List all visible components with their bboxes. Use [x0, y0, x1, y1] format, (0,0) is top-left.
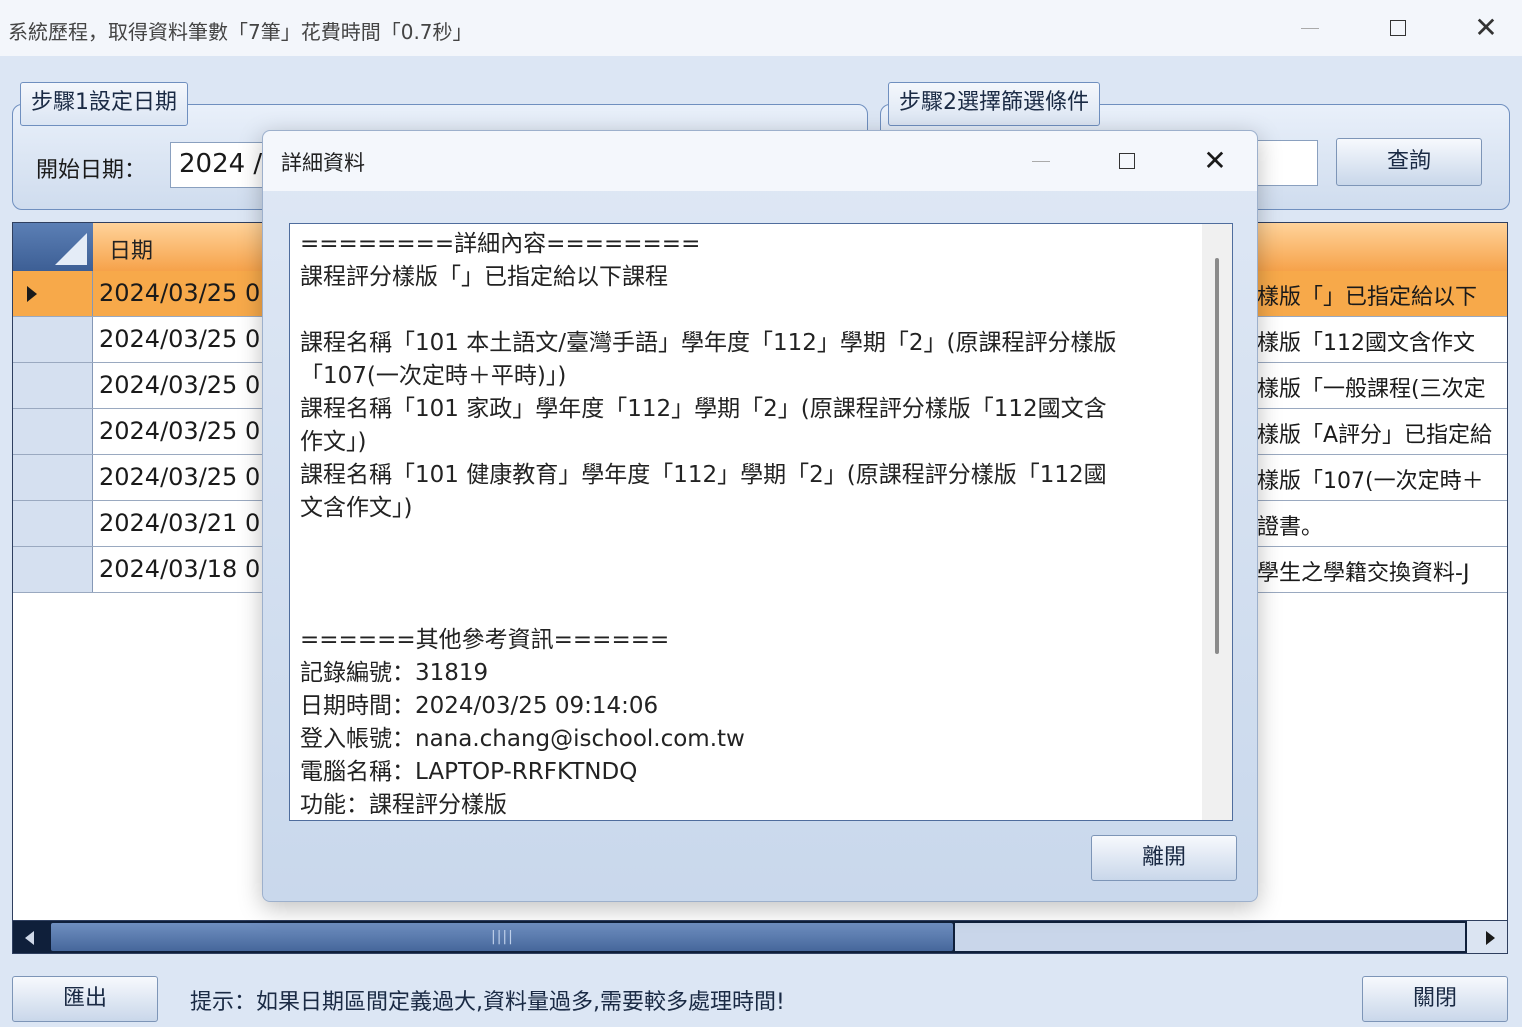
cell-description: 樣版「一般課程(三次定 [1257, 377, 1486, 402]
maximize-icon [1390, 20, 1406, 36]
window-title: 系統歷程，取得資料筆數「7筆」花費時間「0.7秒」 [8, 20, 473, 44]
dialog-close-button[interactable]: ✕ [1171, 131, 1259, 191]
step1-legend: 步驟1設定日期 [20, 82, 188, 126]
cell-date: 2024/03/25 0 [99, 325, 261, 353]
step2-legend: 步驟2選擇篩選條件 [888, 82, 1100, 126]
dialog-minimize-button[interactable] [997, 131, 1085, 191]
detail-line: 課程名稱「101 家政」學年度「112」學期「2」(原課程評分樣版「112國文含 [300, 396, 1107, 422]
cell-description: 學生之學籍交換資料-J [1257, 561, 1470, 586]
detail-line [300, 591, 1190, 624]
cell-date: 2024/03/21 0 [99, 509, 261, 537]
dialog-title: 詳細資料 [281, 151, 365, 175]
scroll-left-arrow-icon[interactable] [25, 931, 34, 945]
window-titlebar: 系統歷程，取得資料筆數「7筆」花費時間「0.7秒」 ✕ [0, 0, 1522, 56]
dialog-maximize-button[interactable] [1083, 131, 1171, 191]
minimize-icon [1301, 27, 1319, 29]
detail-line: 登入帳號：nana.chang@ischool.com.tw [300, 726, 745, 752]
column-header-date[interactable]: 日期 [109, 233, 153, 265]
cell-description: 樣版「112國文含作文 [1257, 331, 1475, 356]
row-header[interactable] [13, 317, 93, 362]
detail-line: 記錄編號：31819 [300, 660, 489, 686]
detail-line: 作文」) [300, 429, 367, 455]
detail-line [300, 525, 1190, 558]
detail-line: ======其他參考資訊====== [300, 627, 670, 653]
close-icon: ✕ [1203, 144, 1227, 177]
detail-textbox[interactable]: ========詳細內容======== 課程評分樣版「」已指定給以下課程課程名稱… [289, 223, 1233, 821]
cell-description: 樣版「」已指定給以下 [1257, 285, 1478, 310]
export-button[interactable]: 匯出 [12, 976, 158, 1022]
maximize-icon [1119, 153, 1135, 169]
dialog-titlebar: 詳細資料 ✕ [263, 131, 1257, 191]
start-date-label: 開始日期： [36, 158, 147, 183]
row-header[interactable] [13, 409, 93, 454]
current-row-arrow-icon [27, 286, 37, 302]
detail-line: 「107(一次定時＋平時)」) [300, 363, 567, 389]
cell-description: 證書。 [1257, 515, 1324, 540]
corner-triangle-icon [55, 233, 87, 265]
leave-button[interactable]: 離開 [1091, 835, 1237, 881]
detail-line: 課程名稱「101 健康教育」學年度「112」學期「2」(原課程評分樣版「112國 [300, 462, 1107, 488]
detail-line: 功能：課程評分樣版 [300, 792, 507, 818]
row-header[interactable] [13, 271, 93, 316]
detail-line [300, 558, 1190, 591]
minimize-icon [1032, 160, 1050, 162]
row-header[interactable] [13, 455, 93, 500]
row-header[interactable] [13, 501, 93, 546]
scroll-right-area[interactable] [1467, 921, 1507, 953]
select-all-corner[interactable] [13, 223, 93, 271]
detail-line: 電腦名稱：LAPTOP-RRFKTNDQ [300, 759, 638, 785]
vertical-scrollbar[interactable] [1202, 224, 1232, 820]
detail-line: 日期時間：2024/03/25 09:14:06 [300, 693, 659, 719]
detail-text: ========詳細內容======== 課程評分樣版「」已指定給以下課程課程名稱… [300, 228, 1190, 820]
hint-text: 提示：如果日期區間定義過大,資料量過多,需要較多處理時間! [190, 990, 785, 1015]
cell-date: 2024/03/25 0 [99, 463, 261, 491]
scroll-thumb[interactable]: |||| [51, 923, 953, 951]
horizontal-scrollbar[interactable]: |||| [12, 920, 1508, 954]
detail-dialog: 詳細資料 ✕ ========詳細內容======== 課程評分樣版「」已指定給以… [262, 130, 1258, 902]
vertical-scroll-thumb[interactable] [1215, 258, 1219, 654]
row-header[interactable] [13, 547, 93, 592]
cell-date: 2024/03/18 0 [99, 555, 261, 583]
close-window-button[interactable]: ✕ [1442, 0, 1522, 56]
cell-date: 2024/03/25 0 [99, 371, 261, 399]
detail-line: 課程評分樣版「」已指定給以下課程 [300, 264, 668, 290]
cell-description: 樣版「107(一次定時＋ [1257, 469, 1484, 494]
row-header[interactable] [13, 363, 93, 408]
detail-line: 文含作文」) [300, 495, 413, 521]
close-icon: ✕ [1474, 11, 1498, 44]
maximize-button[interactable] [1354, 0, 1442, 56]
detail-line [300, 294, 1190, 327]
scroll-right-arrow-icon[interactable] [1486, 931, 1495, 945]
cell-description: 樣版「A評分」已指定給 [1257, 423, 1493, 448]
minimize-button[interactable] [1266, 0, 1354, 56]
scroll-grip-icon: |||| [491, 929, 514, 945]
cell-date: 2024/03/25 0 [99, 279, 261, 307]
cell-date: 2024/03/25 0 [99, 417, 261, 445]
scroll-track[interactable] [955, 923, 1465, 951]
query-button[interactable]: 查詢 [1336, 138, 1482, 186]
detail-line: 課程名稱「101 本土語文/臺灣手語」學年度「112」學期「2」(原課程評分樣版 [300, 330, 1117, 356]
close-button[interactable]: 關閉 [1362, 976, 1508, 1022]
detail-line: ========詳細內容======== [300, 231, 701, 257]
